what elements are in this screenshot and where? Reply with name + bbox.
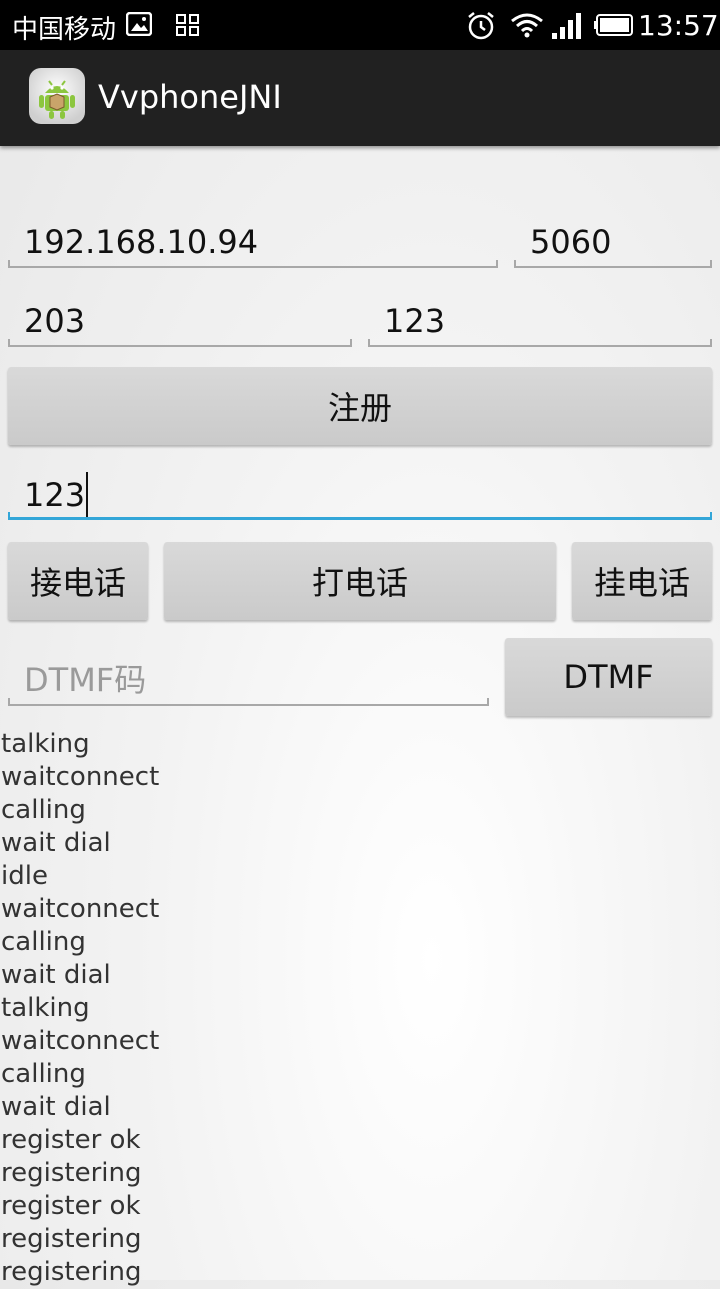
dtmf-placeholder: DTMF码	[24, 661, 147, 699]
log-line: calling	[1, 795, 86, 825]
server-ip-field[interactable]: 192.168.10.94	[8, 222, 498, 268]
log-line: talking	[1, 729, 90, 759]
server-ip-value: 192.168.10.94	[24, 223, 259, 261]
username-field[interactable]: 203	[8, 301, 352, 347]
register-button[interactable]: 注册	[8, 367, 712, 445]
status-bar: 中国移动 13:57	[0, 0, 720, 50]
log-line: waitconnect	[1, 1026, 160, 1056]
server-port-value: 5060	[530, 223, 612, 261]
password-value: 123	[384, 302, 446, 340]
log-line: waitconnect	[1, 894, 160, 924]
carrier-label: 中国移动	[12, 15, 117, 45]
log-line: wait dial	[1, 960, 111, 990]
android-app-icon[interactable]	[28, 67, 86, 125]
log-line: calling	[1, 1059, 86, 1089]
log-line: idle	[1, 861, 48, 891]
log-line: talking	[1, 993, 90, 1023]
dial-number-field[interactable]: 123	[8, 472, 712, 520]
username-value: 203	[24, 302, 86, 340]
hangup-button[interactable]: 挂电话	[572, 542, 712, 620]
status-log: talking waitconnect calling wait dial id…	[1, 728, 701, 1289]
log-line: register ok	[1, 1125, 141, 1155]
signal-icon	[552, 13, 581, 39]
image-icon	[126, 12, 152, 36]
text-caret	[86, 472, 89, 518]
field-underline	[8, 512, 712, 520]
action-bar: VvphoneJNI	[0, 50, 720, 146]
app-title: VvphoneJNI	[98, 78, 282, 116]
grid-icon	[176, 14, 199, 36]
log-line: calling	[1, 927, 86, 957]
log-line: registering	[1, 1257, 142, 1287]
server-port-field[interactable]: 5060	[514, 222, 712, 268]
battery-icon	[594, 14, 633, 36]
log-line: register ok	[1, 1191, 141, 1221]
field-underline	[8, 260, 498, 268]
field-underline	[8, 698, 489, 706]
password-field[interactable]: 123	[368, 301, 712, 347]
dtmf-send-button[interactable]: DTMF	[505, 638, 712, 716]
log-line: wait dial	[1, 1092, 111, 1122]
alarm-icon	[468, 12, 494, 40]
field-underline	[368, 339, 712, 347]
make-call-button[interactable]: 打电话	[164, 542, 556, 620]
dtmf-input[interactable]: DTMF码	[8, 660, 489, 706]
wifi-icon	[511, 13, 543, 38]
clock: 13:57	[638, 9, 719, 42]
log-line: waitconnect	[1, 762, 160, 792]
field-underline	[514, 260, 712, 268]
dial-number-value: 123	[24, 476, 86, 514]
field-underline	[8, 339, 352, 347]
log-line: registering	[1, 1224, 142, 1254]
log-line: wait dial	[1, 828, 111, 858]
answer-call-button[interactable]: 接电话	[8, 542, 148, 620]
log-line: registering	[1, 1158, 142, 1188]
